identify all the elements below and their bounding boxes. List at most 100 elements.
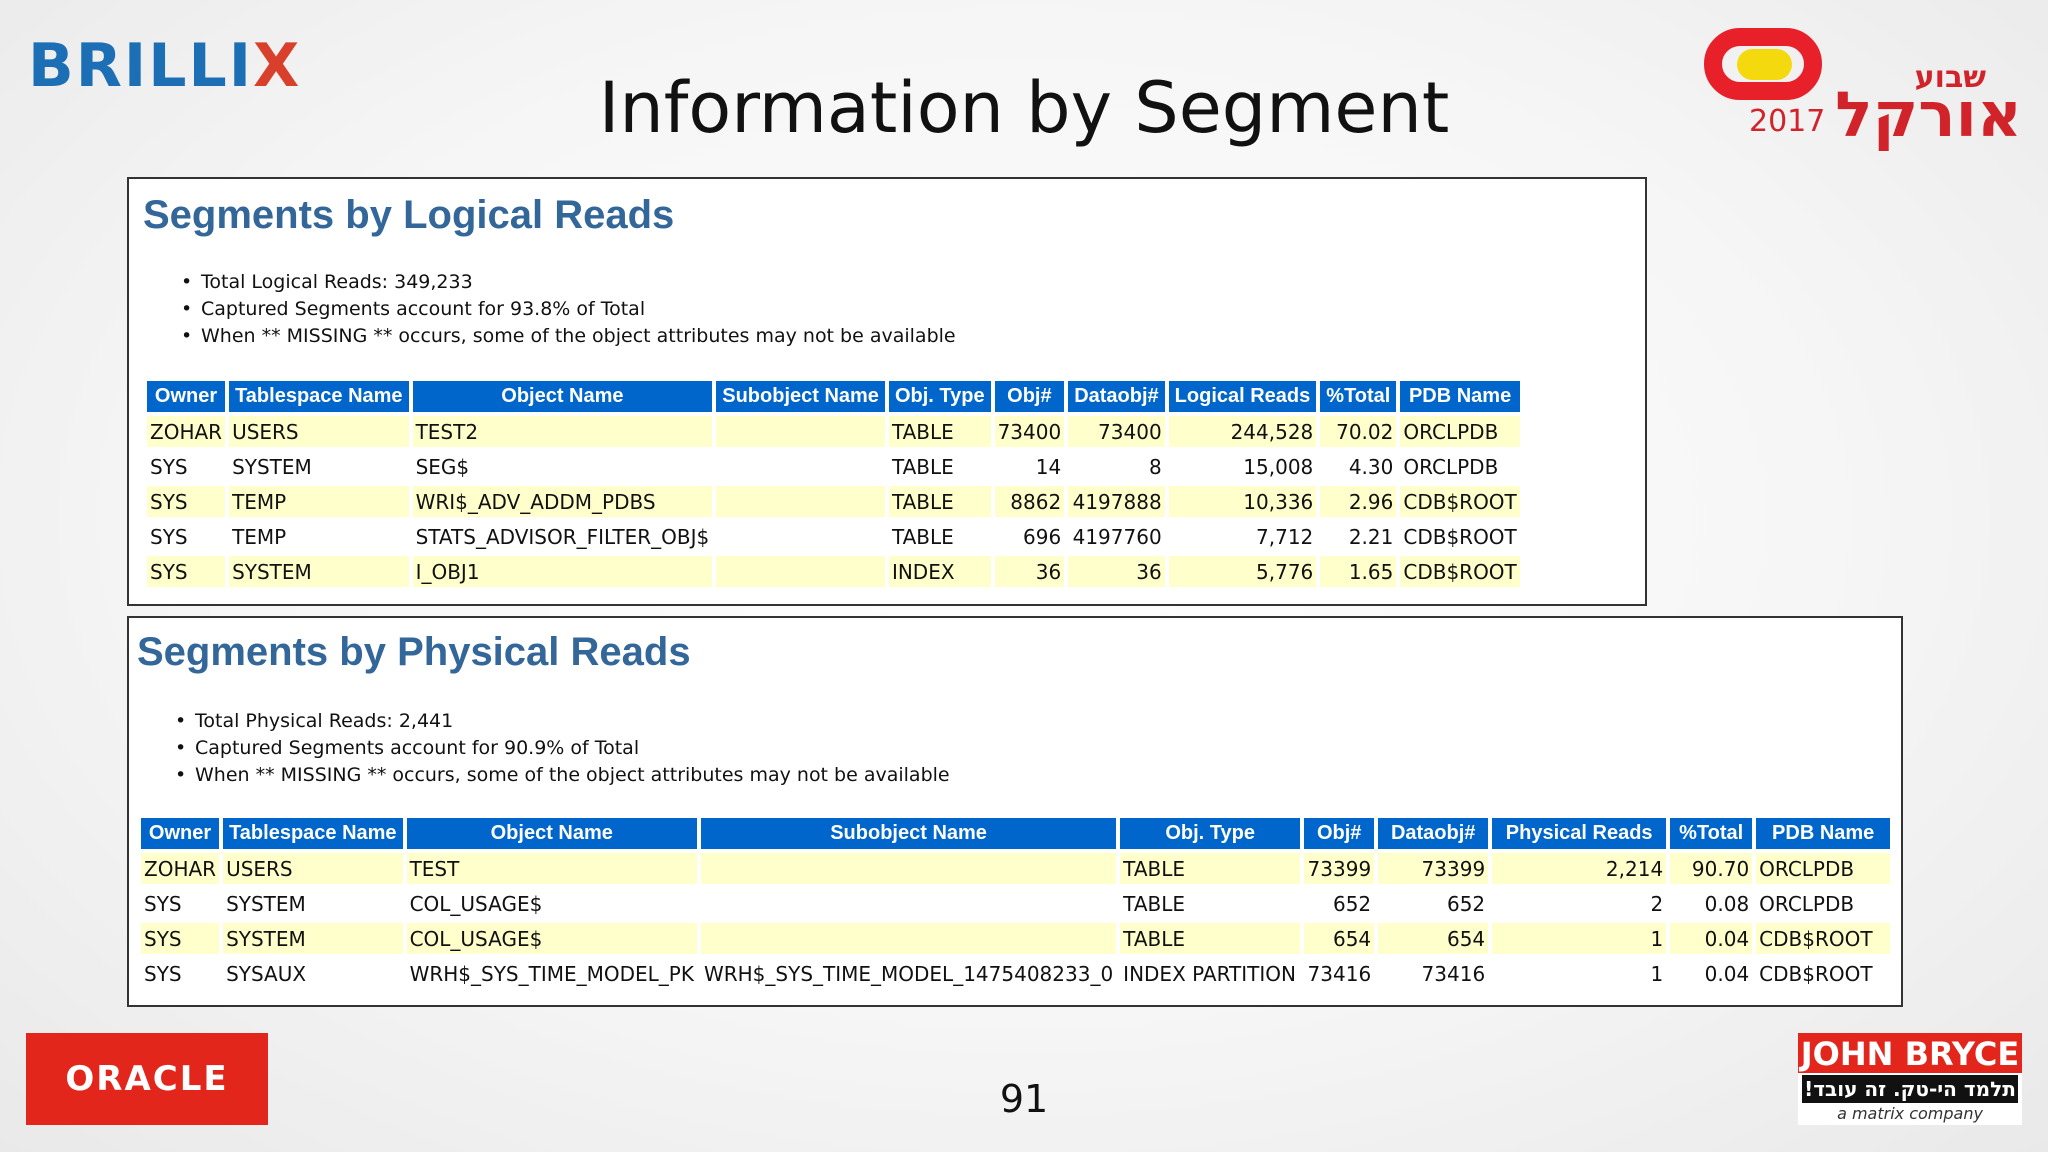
- table-cell: CDB$ROOT: [1400, 521, 1520, 552]
- table-cell: 70.02: [1320, 416, 1397, 447]
- table-cell: INDEX PARTITION: [1120, 958, 1301, 989]
- table-cell: TEMP: [229, 521, 409, 552]
- jb-hebrew-slogan: תלמד הי-טק. זה עובד!: [1802, 1075, 2018, 1103]
- table-cell: 73399: [1378, 853, 1489, 884]
- table-cell: CDB$ROOT: [1400, 556, 1520, 587]
- table-header-row: Owner Tablespace Name Object Name Subobject…: [147, 381, 1520, 412]
- column-header: Obj. Type: [888, 381, 991, 412]
- table-cell: 654: [1378, 923, 1489, 954]
- table-cell: 8862: [994, 486, 1065, 517]
- table-cell: [700, 888, 1117, 919]
- table-cell: TABLE: [888, 521, 991, 552]
- table-row: SYS TEMP STATS_ADVISOR_FILTER_OBJ$ TABLE 696…: [147, 521, 1520, 552]
- table-cell: 654: [1304, 923, 1375, 954]
- table-cell: 0.08: [1670, 888, 1753, 919]
- table-cell: WRI$_ADV_ADDM_PDBS: [412, 486, 713, 517]
- physical-reads-heading: Segments by Physical Reads: [137, 630, 691, 674]
- table-row: SYS TEMP WRI$_ADV_ADDM_PDBS TABLE 8862 419788…: [147, 486, 1520, 517]
- table-cell: [716, 451, 885, 482]
- table-row: ZOHAR USERS TEST2 TABLE 73400 73400 244,528 70.…: [147, 416, 1520, 447]
- table-cell: 73399: [1304, 853, 1375, 884]
- table-cell: ZOHAR: [147, 416, 226, 447]
- table-cell: SYS: [147, 556, 226, 587]
- table-cell: 2,214: [1492, 853, 1667, 884]
- bullet-item: When ** MISSING ** occurs, some of the o…: [195, 762, 950, 789]
- column-header: Dataobj#: [1068, 381, 1165, 412]
- table-cell: SYS: [141, 958, 220, 989]
- table-cell: 4.30: [1320, 451, 1397, 482]
- physical-reads-table: Owner Tablespace Name Object Name Subobject…: [137, 814, 1894, 993]
- table-cell: 15,008: [1168, 451, 1317, 482]
- table-row: ZOHAR USERS TEST TABLE 73399 73399 2,214 90.70 O…: [141, 853, 1891, 884]
- table-cell: ORCLPDB: [1400, 416, 1520, 447]
- bullet-item: Captured Segments account for 93.8% of T…: [201, 296, 956, 323]
- table-cell: 73400: [1068, 416, 1165, 447]
- table-cell: ORCLPDB: [1400, 451, 1520, 482]
- column-header: PDB Name: [1756, 818, 1891, 849]
- table-cell: 0.04: [1670, 958, 1753, 989]
- table-header-row: Owner Tablespace Name Object Name Subobject…: [141, 818, 1891, 849]
- table-cell: 10,336: [1168, 486, 1317, 517]
- oracle-week-logo: 2017 שבוע אורקל: [1694, 22, 2022, 152]
- table-cell: [716, 486, 885, 517]
- column-header: Owner: [147, 381, 226, 412]
- table-cell: STATS_ADVISOR_FILTER_OBJ$: [412, 521, 713, 552]
- table-cell: [716, 416, 885, 447]
- john-bryce-logo: JOHN BRYCE תלמד הי-טק. זה עובד! a matrix…: [1798, 1033, 2022, 1125]
- table-cell: CDB$ROOT: [1756, 923, 1891, 954]
- table-cell: 1.65: [1320, 556, 1397, 587]
- table-cell: 36: [1068, 556, 1165, 587]
- logical-reads-heading: Segments by Logical Reads: [143, 193, 675, 237]
- table-cell: SYS: [141, 888, 220, 919]
- table-cell: 696: [994, 521, 1065, 552]
- table-cell: ZOHAR: [141, 853, 220, 884]
- table-cell: 5,776: [1168, 556, 1317, 587]
- table-cell: WRH$_SYS_TIME_MODEL_PK: [406, 958, 697, 989]
- table-cell: 14: [994, 451, 1065, 482]
- table-cell: 1: [1492, 923, 1667, 954]
- logical-reads-bullets: Total Logical Reads: 349,233 Captured Se…: [201, 269, 956, 350]
- table-cell: SYS: [147, 521, 226, 552]
- table-cell: [716, 556, 885, 587]
- column-header: Tablespace Name: [223, 818, 403, 849]
- table-cell: SYS: [147, 486, 226, 517]
- jb-tagline: a matrix company: [1837, 1104, 1983, 1123]
- table-cell: [716, 521, 885, 552]
- table-cell: 1: [1492, 958, 1667, 989]
- table-cell: COL_USAGE$: [406, 888, 697, 919]
- logical-reads-table: Owner Tablespace Name Object Name Subobject…: [143, 377, 1524, 591]
- column-header: Obj#: [994, 381, 1065, 412]
- table-cell: TABLE: [1120, 923, 1301, 954]
- bullet-item: Captured Segments account for 90.9% of T…: [195, 735, 950, 762]
- table-cell: 2.21: [1320, 521, 1397, 552]
- table-cell: WRH$_SYS_TIME_MODEL_1475408233_0: [700, 958, 1117, 989]
- jb-name: JOHN BRYCE: [1798, 1033, 2022, 1073]
- table-cell: SYSTEM: [223, 888, 403, 919]
- table-cell: [700, 923, 1117, 954]
- column-header: Tablespace Name: [229, 381, 409, 412]
- column-header: Owner: [141, 818, 220, 849]
- column-header: Logical Reads: [1168, 381, 1317, 412]
- column-header: Obj#: [1304, 818, 1375, 849]
- column-header: %Total: [1670, 818, 1753, 849]
- table-cell: ORCLPDB: [1756, 888, 1891, 919]
- table-cell: TEST2: [412, 416, 713, 447]
- table-cell: CDB$ROOT: [1400, 486, 1520, 517]
- table-cell: COL_USAGE$: [406, 923, 697, 954]
- table-row: SYS SYSTEM COL_USAGE$ TABLE 654 654 1 0.04 CDB$R…: [141, 923, 1891, 954]
- table-cell: 73416: [1304, 958, 1375, 989]
- table-cell: 73400: [994, 416, 1065, 447]
- bullet-item: When ** MISSING ** occurs, some of the o…: [201, 323, 956, 350]
- table-cell: 4197760: [1068, 521, 1165, 552]
- table-cell: 244,528: [1168, 416, 1317, 447]
- table-row: SYS SYSTEM I_OBJ1 INDEX 36 36 5,776 1.65 CDB$ROO…: [147, 556, 1520, 587]
- table-cell: 652: [1304, 888, 1375, 919]
- table-cell: SYSAUX: [223, 958, 403, 989]
- physical-reads-panel: Segments by Physical Reads Total Physica…: [127, 616, 1903, 1007]
- table-cell: TABLE: [888, 416, 991, 447]
- table-cell: 73416: [1378, 958, 1489, 989]
- table-cell: SYSTEM: [229, 451, 409, 482]
- table-cell: SYS: [147, 451, 226, 482]
- bullet-item: Total Logical Reads: 349,233: [201, 269, 956, 296]
- logo-year: 2017: [1749, 104, 1826, 139]
